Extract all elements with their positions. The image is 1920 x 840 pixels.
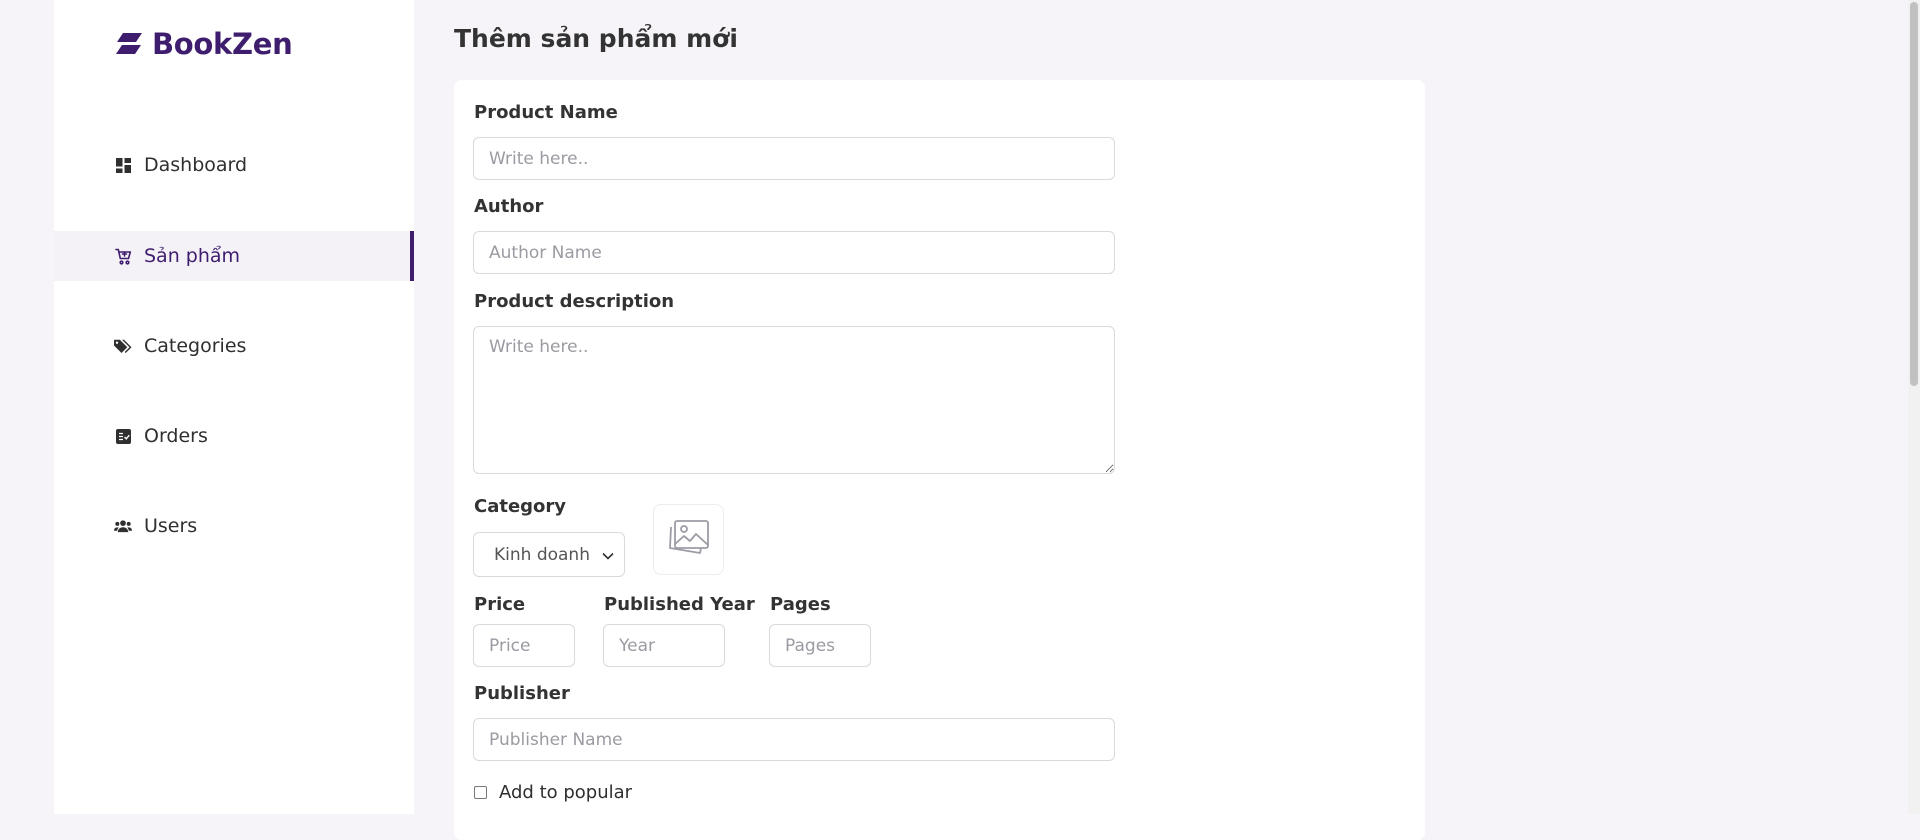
popular-checkbox-label: Add to popular: [499, 782, 633, 803]
price-input[interactable]: [473, 624, 575, 667]
sidebar-item-dashboard[interactable]: Dashboard: [54, 140, 414, 190]
cart-icon: [114, 247, 132, 265]
product-name-input[interactable]: [473, 137, 1115, 180]
price-label: Price: [474, 594, 526, 615]
image-upload-thumbnail[interactable]: [653, 504, 724, 575]
sidebar-item-label: Dashboard: [144, 154, 248, 176]
sidebar-item-orders[interactable]: Orders: [54, 411, 414, 461]
brand-name: BookZen: [152, 27, 293, 61]
published-year-label: Published Year: [604, 594, 755, 615]
popular-checkbox-row[interactable]: Add to popular: [474, 782, 632, 803]
sidebar-item-label: Orders: [144, 425, 208, 447]
chevron-down-icon: [602, 545, 614, 565]
page-title: Thêm sản phẩm mới: [454, 24, 738, 53]
dashboard-icon: [114, 156, 132, 174]
users-icon: [114, 517, 132, 535]
publisher-input[interactable]: [473, 718, 1115, 761]
sidebar: BookZen Dashboard Sản phẩm Categories Or…: [54, 0, 414, 814]
sidebar-item-label: Users: [144, 515, 198, 537]
product-form-card: Product Name Author Product description …: [454, 80, 1425, 840]
pages-label: Pages: [770, 594, 831, 615]
image-placeholder-icon: [667, 518, 711, 562]
popular-checkbox[interactable]: [474, 786, 487, 799]
description-label: Product description: [474, 291, 675, 312]
category-select[interactable]: Kinh doanh: [473, 532, 625, 577]
sidebar-item-label: Sản phẩm: [144, 245, 241, 267]
brand-logo[interactable]: BookZen: [114, 24, 293, 64]
published-year-input[interactable]: [603, 624, 725, 667]
author-input[interactable]: [473, 231, 1115, 274]
product-name-label: Product Name: [474, 102, 618, 123]
category-selected-value: Kinh doanh: [494, 544, 590, 565]
sidebar-item-products[interactable]: Sản phẩm: [54, 231, 414, 281]
sidebar-item-users[interactable]: Users: [54, 501, 414, 551]
category-label: Category: [474, 496, 567, 517]
sidebar-item-label: Categories: [144, 335, 247, 357]
scrollbar-thumb[interactable]: [1910, 2, 1918, 386]
page-scrollbar[interactable]: [1908, 0, 1920, 814]
publisher-label: Publisher: [474, 683, 570, 704]
sidebar-item-categories[interactable]: Categories: [54, 321, 414, 371]
tags-icon: [114, 337, 132, 355]
logo-icon: [114, 31, 144, 57]
pages-input[interactable]: [769, 624, 871, 667]
description-textarea[interactable]: [473, 326, 1115, 474]
author-label: Author: [474, 196, 544, 217]
orders-icon: [114, 427, 132, 445]
